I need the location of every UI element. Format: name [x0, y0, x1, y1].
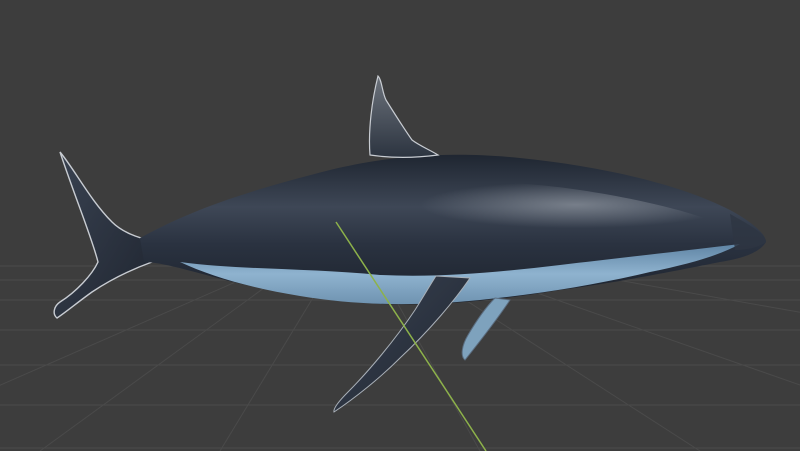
pelvic-fin	[461, 297, 511, 361]
shark-model[interactable]	[53, 74, 766, 413]
tail-fin	[53, 151, 153, 319]
dorsal-fin	[368, 74, 440, 158]
viewport-canvas[interactable]	[0, 0, 800, 451]
3d-viewport[interactable]	[0, 0, 800, 451]
